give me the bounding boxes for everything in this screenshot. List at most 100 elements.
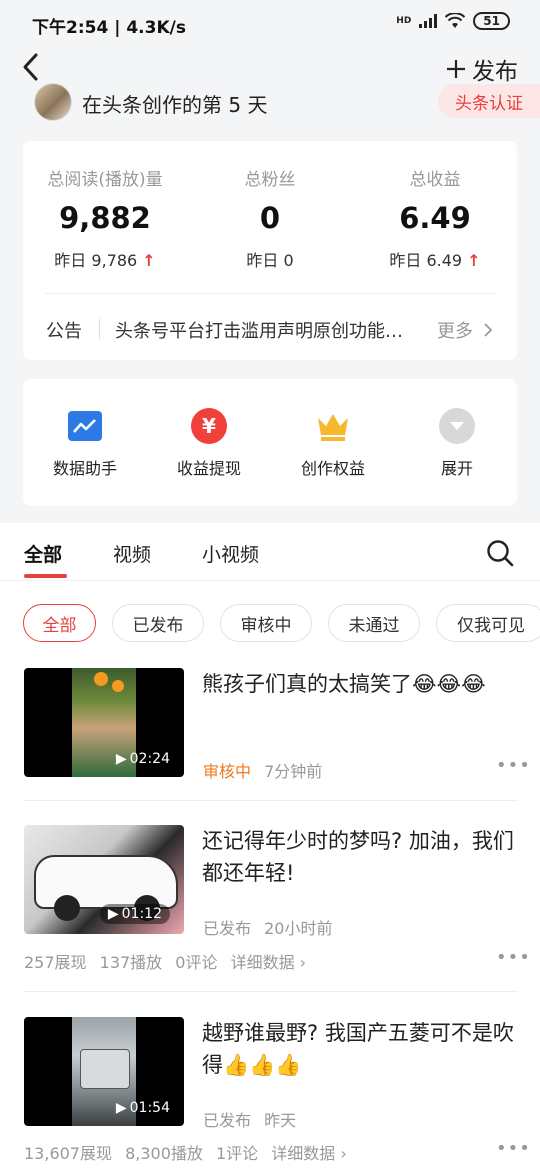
item-time: 7分钟前 bbox=[264, 762, 323, 781]
notice-more-label: 更多 bbox=[437, 321, 473, 342]
tool-creator-rights[interactable]: 创作权益 bbox=[271, 407, 395, 479]
duration-text: 01:54 bbox=[129, 1100, 170, 1116]
notice-separator bbox=[99, 319, 100, 339]
item-status-line: 审核中 7分钟前 bbox=[203, 758, 322, 782]
stat-plays: 137播放 bbox=[99, 953, 163, 972]
svg-text:¥: ¥ bbox=[202, 414, 216, 438]
stat-value: 0 bbox=[259, 201, 281, 235]
detail-data-link[interactable]: 详细数据 › bbox=[231, 953, 307, 972]
video-duration: ▶ 02:24 bbox=[116, 751, 170, 767]
filter-reviewing[interactable]: 审核中 bbox=[220, 604, 312, 642]
tool-label: 创作权益 bbox=[300, 459, 365, 478]
stat-yesterday-text: 昨日 9,786 bbox=[54, 251, 138, 270]
item-title[interactable]: 越野谁最野? 我国产五菱可不是吹得👍👍👍 bbox=[202, 1017, 520, 1081]
item-status-line: 已发布 昨天 bbox=[203, 1107, 296, 1131]
chevron-right-icon bbox=[484, 323, 493, 337]
status-bar: 下午2:54 | 4.3K/s HD 51 bbox=[0, 0, 540, 46]
stat-yesterday-text: 昨日 0 bbox=[246, 251, 294, 270]
filter-rejected[interactable]: 未通过 bbox=[328, 604, 420, 642]
crown-icon bbox=[314, 407, 352, 445]
notice-text[interactable]: 头条号平台打击滥用声明原创功能行为 bbox=[115, 317, 415, 343]
expand-icon bbox=[438, 407, 476, 445]
status-icons: HD 51 bbox=[396, 12, 510, 30]
search-icon[interactable] bbox=[486, 539, 514, 567]
avatar[interactable] bbox=[34, 83, 72, 121]
stat-label: 总阅读(播放)量 bbox=[47, 170, 163, 190]
stat-comments: 0评论 bbox=[175, 953, 218, 972]
stat-yesterday: 昨日 6.49 ↑ bbox=[353, 247, 517, 271]
divider bbox=[24, 991, 518, 992]
up-arrow-icon: ↑ bbox=[467, 251, 481, 270]
video-duration: ▶ 01:54 bbox=[116, 1100, 170, 1116]
divider bbox=[24, 800, 518, 801]
stat-views: 257展现 bbox=[24, 953, 87, 972]
duration-text: 02:24 bbox=[129, 751, 170, 767]
item-time: 昨天 bbox=[264, 1111, 297, 1130]
wifi-icon bbox=[445, 13, 466, 28]
video-thumbnail[interactable]: ▶ 01:54 bbox=[24, 1017, 184, 1126]
tab-all[interactable]: 全部 bbox=[24, 540, 62, 567]
video-thumbnail[interactable]: ▶ 02:24 bbox=[24, 668, 184, 777]
tools-card: 数据助手 ¥ 收益提现 创作权益 展开 bbox=[23, 379, 517, 506]
tab-video[interactable]: 视频 bbox=[113, 540, 151, 567]
stat-label: 总收益 bbox=[409, 170, 461, 190]
notice-label: 公告 bbox=[46, 321, 82, 342]
filter-all[interactable]: 全部 bbox=[23, 604, 96, 642]
item-status-line: 已发布 20小时前 bbox=[203, 915, 332, 939]
notice-more-link[interactable]: 更多 bbox=[437, 317, 493, 343]
duration-text: 01:12 bbox=[121, 906, 162, 922]
tool-label: 展开 bbox=[440, 459, 473, 478]
item-time: 20小时前 bbox=[264, 919, 333, 938]
item-status: 已发布 bbox=[203, 919, 252, 938]
plus-icon bbox=[447, 60, 465, 78]
filter-private[interactable]: 仅我可见 bbox=[436, 604, 540, 642]
tab-underline bbox=[24, 574, 67, 578]
play-icon: ▶ bbox=[115, 751, 127, 767]
item-stats: 13,607展现 8,300播放 1评论 详细数据 › bbox=[24, 1140, 347, 1164]
tab-short-video[interactable]: 小视频 bbox=[202, 540, 259, 567]
tool-label: 数据助手 bbox=[52, 459, 117, 478]
item-status: 已发布 bbox=[203, 1111, 252, 1130]
signal-icon bbox=[419, 14, 438, 28]
play-icon: ▶ bbox=[107, 906, 119, 922]
tool-data-assistant[interactable]: 数据助手 bbox=[23, 407, 147, 479]
detail-data-link[interactable]: 详细数据 › bbox=[271, 1144, 347, 1163]
item-title[interactable]: 熊孩子们真的太搞笑了😂😂😂 bbox=[202, 668, 520, 700]
divider bbox=[0, 580, 540, 581]
more-options-icon[interactable]: ••• bbox=[496, 755, 531, 776]
back-arrow-icon bbox=[23, 53, 38, 81]
more-options-icon[interactable]: ••• bbox=[496, 1138, 531, 1159]
chart-icon bbox=[66, 407, 104, 445]
item-title[interactable]: 还记得年少时的梦吗? 加油，我们都还年轻! bbox=[202, 825, 520, 889]
tool-label: 收益提现 bbox=[176, 459, 241, 478]
more-options-icon[interactable]: ••• bbox=[496, 947, 531, 968]
stat-plays: 8,300播放 bbox=[125, 1144, 203, 1163]
video-duration: ▶ 01:12 bbox=[99, 904, 170, 924]
up-arrow-icon: ↑ bbox=[142, 251, 156, 270]
stat-value: 6.49 bbox=[399, 201, 471, 235]
publish-button[interactable]: 发布 bbox=[446, 52, 518, 86]
yen-icon: ¥ bbox=[190, 407, 228, 445]
stat-yesterday: 昨日 0 bbox=[188, 247, 352, 271]
network-type: HD bbox=[396, 16, 412, 26]
filter-published[interactable]: 已发布 bbox=[112, 604, 204, 642]
detail-data-label: 详细数据 bbox=[271, 1144, 336, 1163]
detail-data-label: 详细数据 bbox=[230, 953, 295, 972]
item-status: 审核中 bbox=[203, 762, 252, 781]
back-button[interactable] bbox=[18, 50, 48, 84]
stats-card: 总阅读(播放)量 9,882 昨日 9,786 ↑ 总粉丝 0 昨日 0 总收益… bbox=[23, 141, 517, 360]
content-area: 全部 视频 小视频 全部 已发布 审核中 未通过 仅我可见 ▶ 02:24 熊孩子… bbox=[0, 523, 540, 1170]
stat-comments: 1评论 bbox=[216, 1144, 259, 1163]
stat-label: 总粉丝 bbox=[244, 170, 296, 190]
item-stats: 257展现 137播放 0评论 详细数据 › bbox=[24, 949, 306, 973]
tool-withdraw-income[interactable]: ¥ 收益提现 bbox=[147, 407, 271, 479]
play-icon: ▶ bbox=[115, 1100, 127, 1116]
publish-label: 发布 bbox=[472, 59, 518, 85]
stat-yesterday-text: 昨日 6.49 bbox=[389, 251, 463, 270]
video-thumbnail[interactable]: ▶ 01:12 bbox=[24, 825, 184, 934]
tool-expand[interactable]: 展开 bbox=[395, 407, 519, 479]
stat-value: 9,882 bbox=[59, 201, 151, 235]
certification-badge[interactable]: 头条认证 bbox=[438, 84, 540, 118]
battery-indicator: 51 bbox=[473, 12, 510, 30]
stat-views: 13,607展现 bbox=[24, 1144, 112, 1163]
